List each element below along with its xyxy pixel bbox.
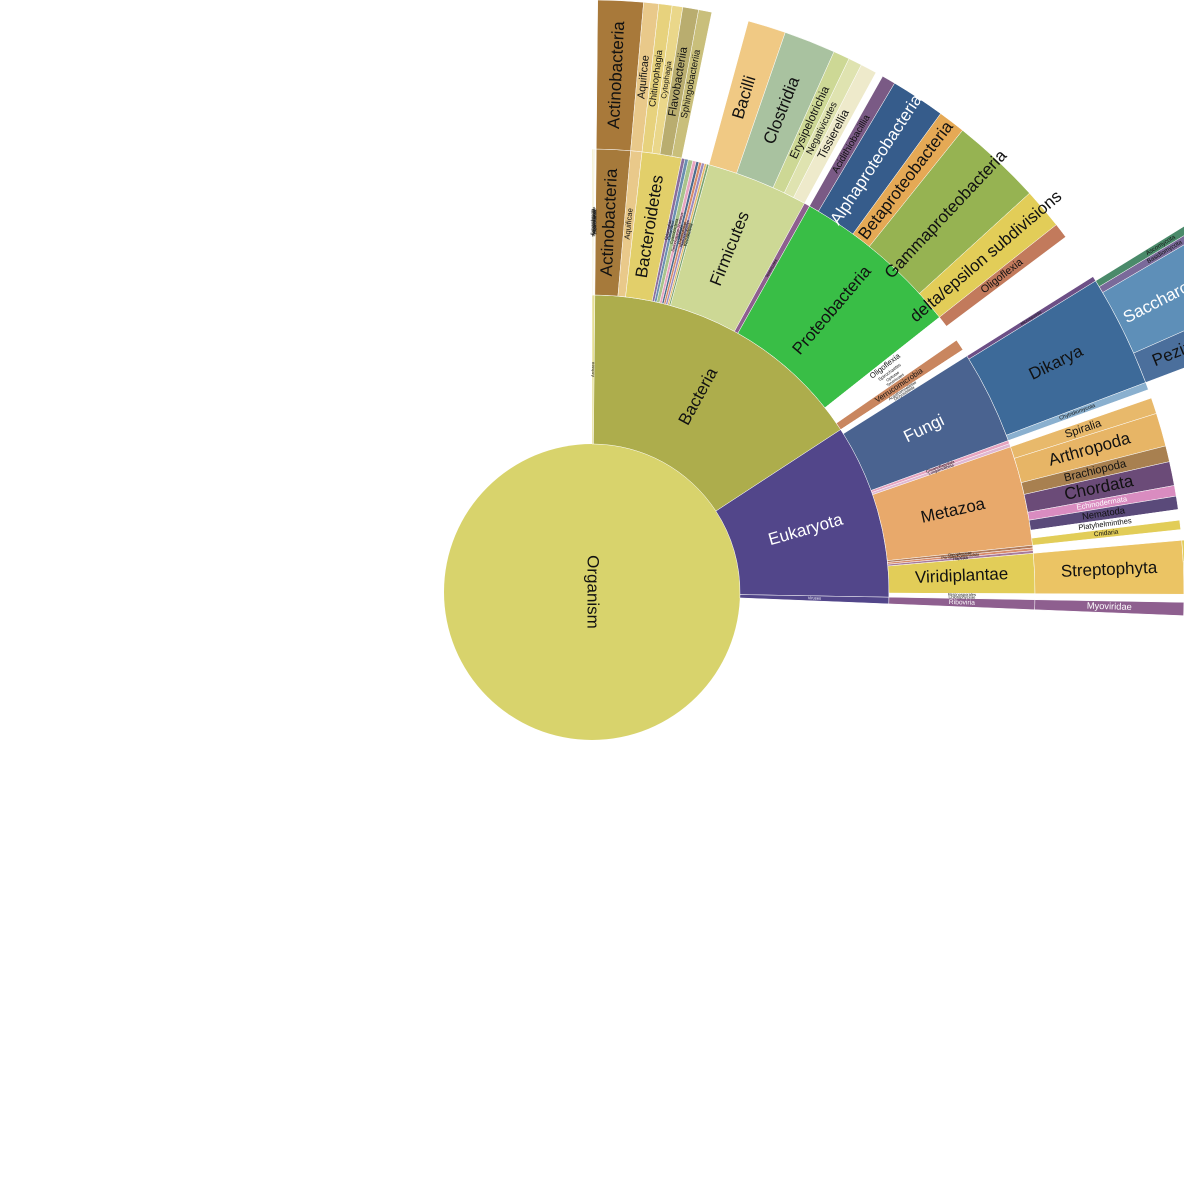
sunburst-chart: OrganismArchaeaEuryarchaeotaCrenarchaeot…	[444, 0, 1184, 740]
label-cnidaria: Cnidaria	[1094, 529, 1120, 539]
label-organism: Organism	[584, 555, 603, 629]
label-viridiplantae: Viridiplantae	[915, 564, 1009, 587]
label-archaea: Archaea	[590, 361, 595, 377]
label-lokiarchaeota: Lokiarchaeota	[592, 209, 597, 235]
label-riboviria: Riboviria	[949, 599, 975, 607]
label-viruses: Viruses	[808, 595, 821, 600]
label-streptophyta: Streptophyta	[1060, 558, 1158, 581]
label-myoviridae: Myoviridae	[1087, 601, 1132, 612]
